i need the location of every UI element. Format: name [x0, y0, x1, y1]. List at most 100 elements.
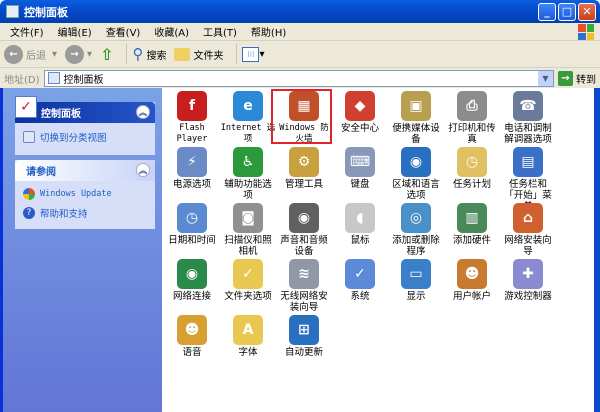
menu-tools[interactable]: 工具(T) [203, 24, 237, 39]
back-button[interactable]: ←后退▾ [4, 45, 57, 64]
forward-button[interactable]: →▾ [65, 45, 92, 64]
close-button[interactable]: ✕ [578, 3, 596, 21]
control-panel-item[interactable]: eInternet 选项 [220, 91, 276, 145]
control-panel-item[interactable]: ▭ 显示 [388, 259, 444, 302]
control-panel-item[interactable]: fFlash Player [164, 91, 220, 145]
control-panel-item[interactable]: ▣便携媒体设备 [388, 91, 444, 145]
item-label: Flash Player [164, 123, 220, 145]
internet-options-icon: e [233, 91, 263, 121]
folders-button[interactable]: 文件夹 [174, 47, 223, 62]
title-bar: 控制面板 _ □ ✕ [0, 0, 600, 23]
category-view-icon [23, 131, 35, 143]
item-label: 键盘 [332, 179, 388, 190]
collapse-chevron-icon[interactable]: ︽ [136, 105, 150, 119]
control-panel-icon [6, 5, 19, 18]
menu-favorites[interactable]: 收藏(A) [154, 24, 189, 39]
control-panel-item[interactable]: ⊞自动更新 [276, 315, 332, 358]
up-folder-icon: ⇧ [100, 45, 113, 64]
control-panel-item[interactable]: ▥添加硬件 [444, 203, 500, 246]
control-panel-check-icon: ✓ [15, 96, 37, 118]
control-panel-item[interactable]: ⚙ 管理工具 [276, 147, 332, 190]
wireless-icon: ≋ [289, 259, 319, 289]
maximize-button[interactable]: □ [558, 3, 576, 21]
search-button[interactable]: ⚲搜索 [132, 45, 166, 63]
control-panel-item[interactable]: A 字体 [220, 315, 276, 358]
control-panel-section: ✓ 控制面板 ︽ 切换到分类视图 [15, 102, 155, 155]
control-panel-item[interactable]: ☻语音 [164, 315, 220, 358]
flash-icon: f [177, 91, 207, 121]
control-panel-item[interactable]: ◉网络连接 [164, 259, 220, 302]
menu-view[interactable]: 查看(V) [106, 24, 141, 39]
game-controller-icon: ✚ [513, 259, 543, 289]
section-header[interactable]: 请参阅 ︽ [15, 160, 155, 181]
item-label: 安全中心 [332, 123, 388, 134]
toolbar: ←后退▾ →▾ ⇧ ⚲搜索 文件夹 ⁝⁝⁝▾ [0, 41, 600, 68]
switch-to-category-view-link[interactable]: 切换到分类视图 [15, 127, 155, 147]
help-and-support-link[interactable]: ?帮助和支持 [15, 203, 155, 223]
control-panel-item[interactable]: ☎电话和调制解调器选项 [500, 91, 556, 145]
up-folder-button[interactable]: ⇧ [100, 45, 113, 64]
item-label: 管理工具 [276, 179, 332, 190]
scheduled-tasks-icon: ◷ [457, 147, 487, 177]
item-label: 便携媒体设备 [388, 123, 444, 145]
see-also-section: 请参阅 ︽ Windows Update ?帮助和支持 [15, 160, 155, 229]
item-label: 显示 [388, 291, 444, 302]
control-panel-item[interactable]: ✓系统 [332, 259, 388, 302]
go-button[interactable]: →转到 [558, 71, 596, 86]
control-panel-item[interactable]: ◖鼠标 [332, 203, 388, 246]
control-panel-item[interactable]: ♿辅助功能选项 [220, 147, 276, 201]
address-dropdown-icon[interactable]: ▼ [538, 71, 553, 86]
collapse-chevron-icon[interactable]: ︽ [136, 163, 150, 177]
keyboard-icon: ⌨ [345, 147, 375, 177]
forward-arrow-icon: → [65, 45, 84, 64]
back-arrow-icon: ← [4, 45, 23, 64]
speech-icon: ☻ [177, 315, 207, 345]
address-input[interactable]: 控制面板 ▼ [44, 70, 554, 87]
views-button[interactable]: ⁝⁝⁝▾ [242, 47, 264, 62]
minimize-button[interactable]: _ [538, 3, 556, 21]
accessibility-icon: ♿ [233, 147, 263, 177]
menu-edit[interactable]: 编辑(E) [58, 24, 92, 39]
control-panel-item[interactable]: ⚡电源选项 [164, 147, 220, 190]
item-label: 区域和语言选项 [388, 179, 444, 201]
section-header[interactable]: ✓ 控制面板 ︽ [15, 102, 155, 123]
control-panel-item[interactable]: ⌂网络安装向导 [500, 203, 556, 257]
item-label: 网络安装向导 [500, 235, 556, 257]
window-title: 控制面板 [24, 4, 68, 20]
control-panel-item[interactable]: ≋无线网络安装向导 [276, 259, 332, 313]
phone-modem-icon: ☎ [513, 91, 543, 121]
user-accounts-icon: ☻ [457, 259, 487, 289]
control-panel-item[interactable]: ◉声音和音频设备 [276, 203, 332, 257]
control-panel-item[interactable]: ◉区域和语言选项 [388, 147, 444, 201]
control-panel-item[interactable]: ✓文件夹选项 [220, 259, 276, 302]
item-label: 鼠标 [332, 235, 388, 246]
control-panel-item[interactable]: ◙扫描仪和照相机 [220, 203, 276, 257]
control-panel-item[interactable]: ◆安全中心 [332, 91, 388, 134]
power-icon: ⚡ [177, 147, 207, 177]
item-label: 无线网络安装向导 [276, 291, 332, 313]
task-pane: ✓ 控制面板 ︽ 切换到分类视图 请参阅 ︽ Windows Update ?帮… [0, 88, 162, 412]
windows-update-icon [23, 188, 35, 200]
selection-highlight-box [271, 89, 332, 144]
item-label: 自动更新 [276, 347, 332, 358]
admin-tools-icon: ⚙ [289, 147, 319, 177]
item-label: 辅助功能选项 [220, 179, 276, 201]
control-panel-item[interactable]: ☻用户帐户 [444, 259, 500, 302]
fonts-folder-icon: A [233, 315, 263, 345]
menu-file[interactable]: 文件(F) [10, 24, 44, 39]
control-panel-item[interactable]: ⎙打印机和传真 [444, 91, 500, 145]
control-panel-item[interactable]: ✚游戏控制器 [500, 259, 556, 302]
address-label: 地址(D) [4, 71, 40, 86]
control-panel-item[interactable]: ⌨ 键盘 [332, 147, 388, 190]
item-label: 扫描仪和照相机 [220, 235, 276, 257]
control-panel-item[interactable]: ◎添加或删除程序 [388, 203, 444, 257]
control-panel-item[interactable]: ◷日期和时间 [164, 203, 220, 246]
item-label: 字体 [220, 347, 276, 358]
control-panel-item[interactable]: ◷任务计划 [444, 147, 500, 190]
windows-update-link[interactable]: Windows Update [15, 185, 155, 203]
display-icon: ▭ [401, 259, 431, 289]
separator [236, 44, 237, 64]
folder-options-icon: ✓ [233, 259, 263, 289]
folder-icon [174, 48, 190, 61]
menu-help[interactable]: 帮助(H) [251, 24, 286, 39]
